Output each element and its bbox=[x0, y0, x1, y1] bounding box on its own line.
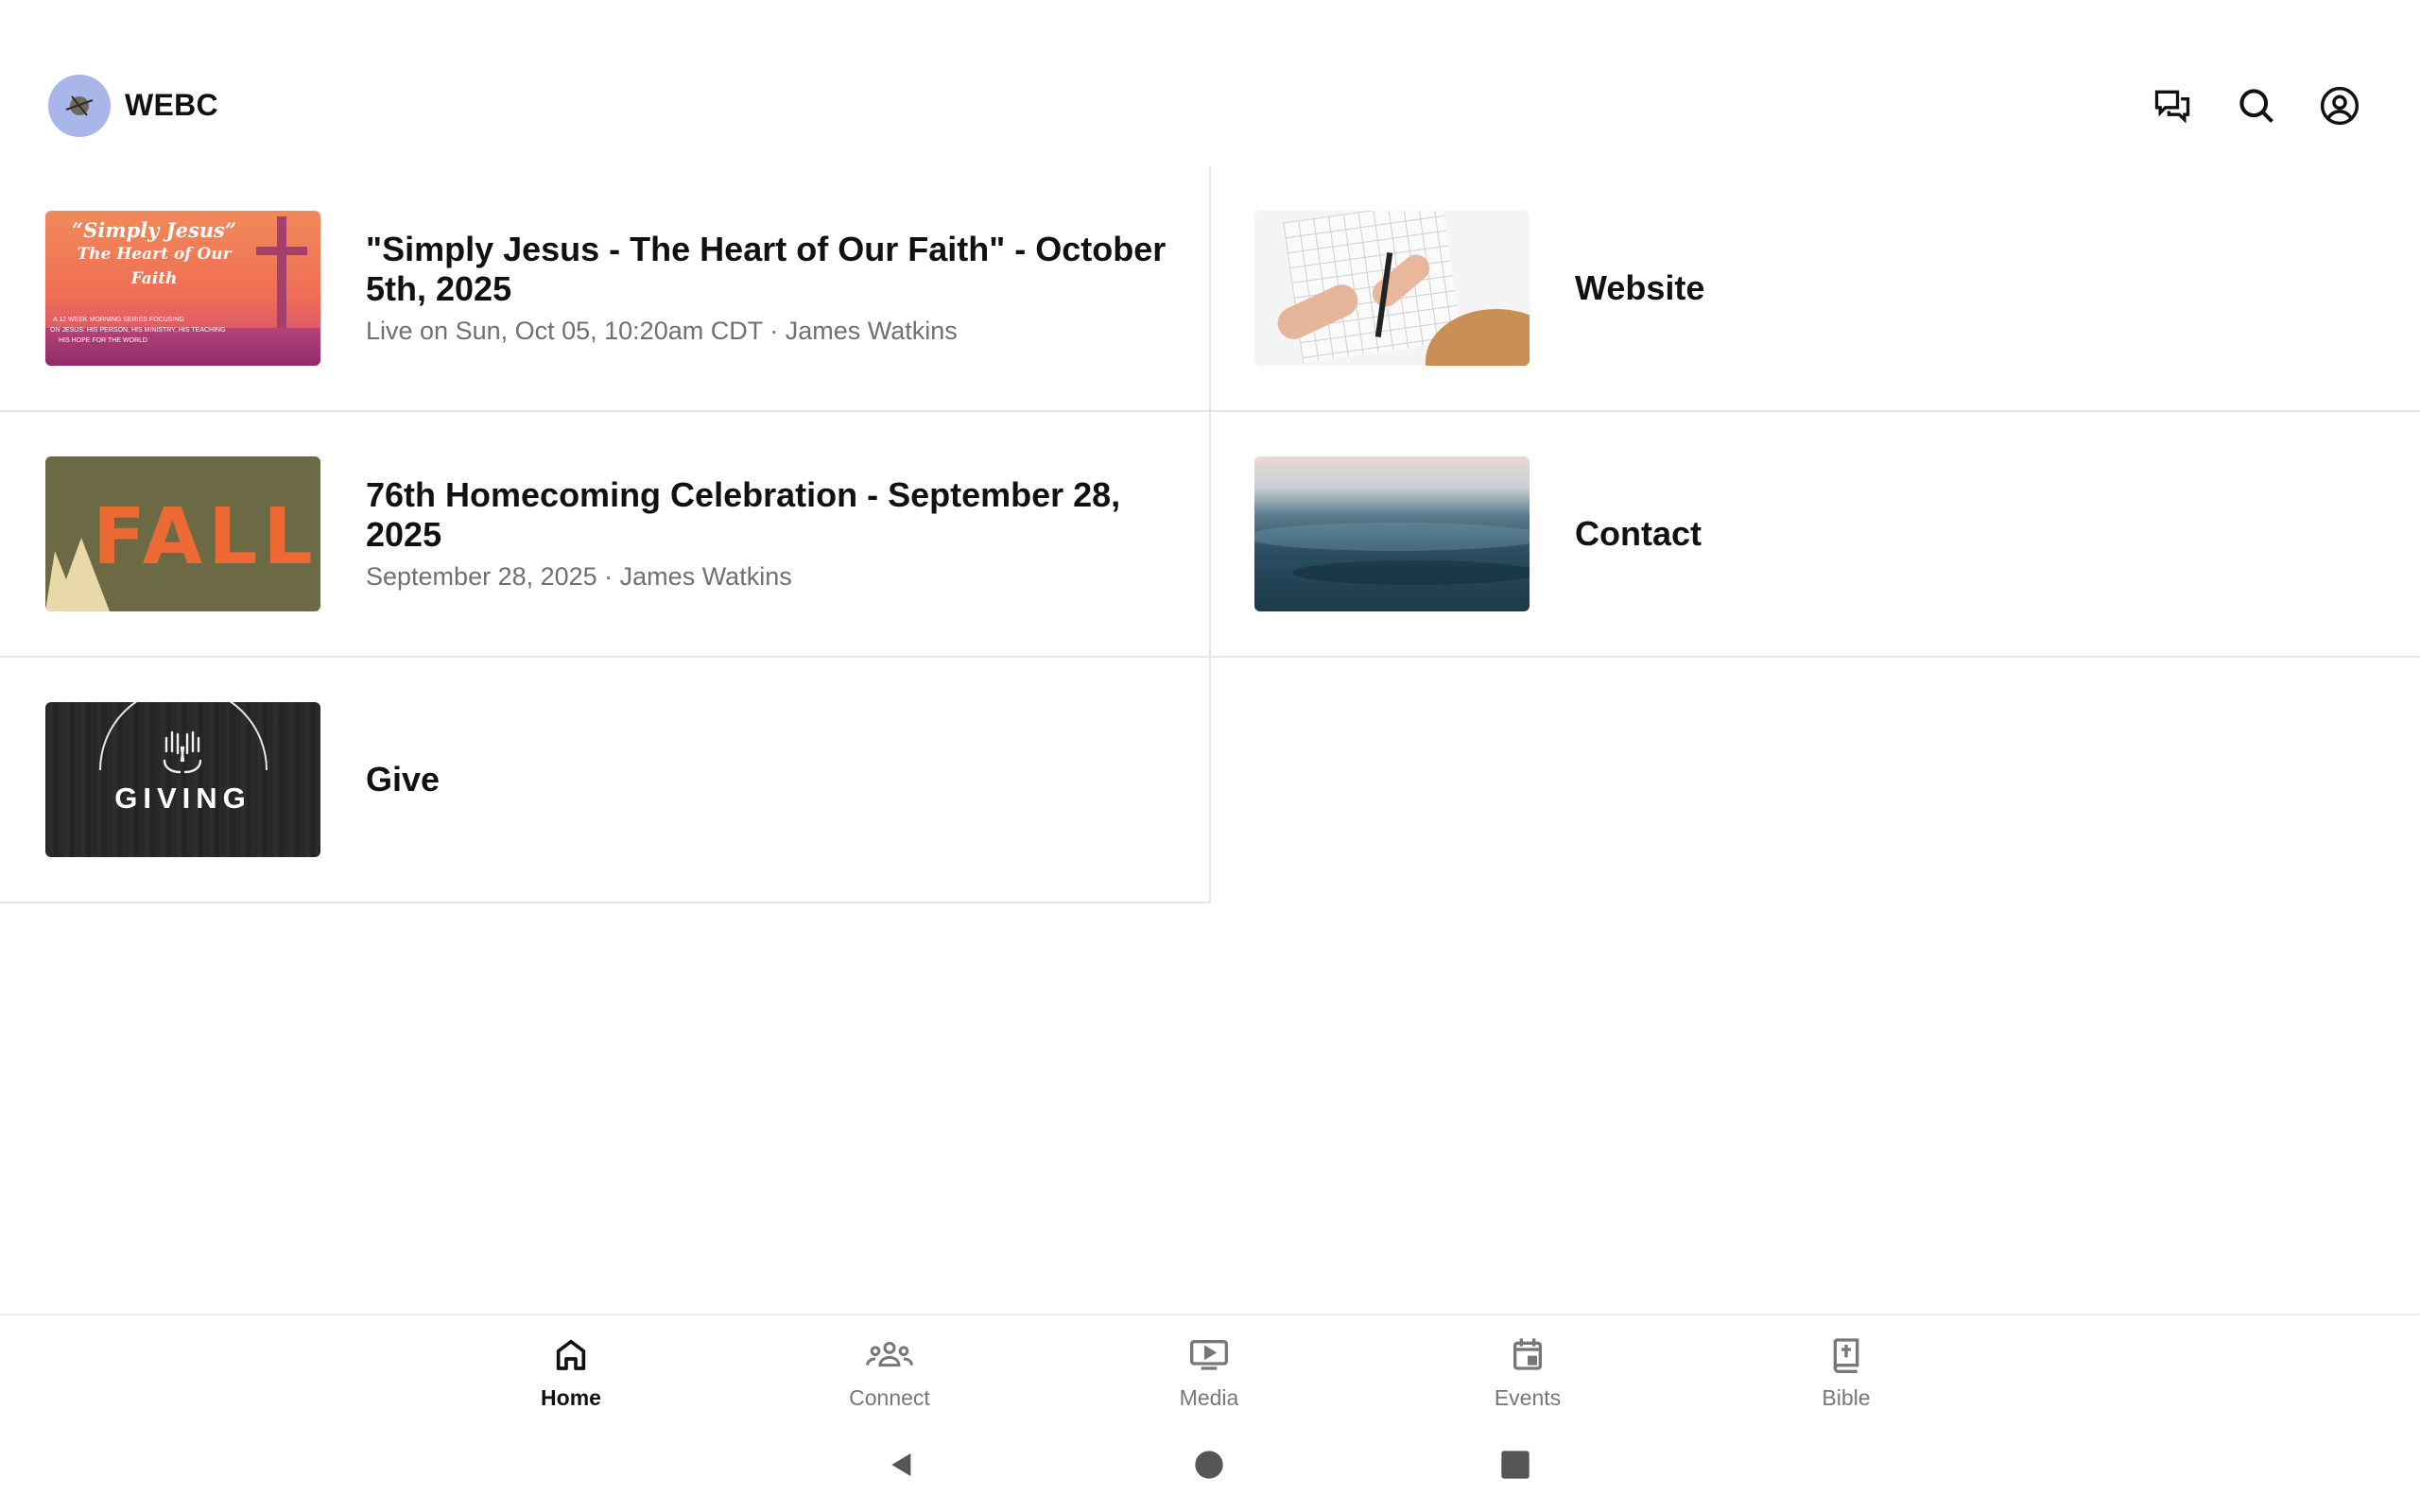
tile-title: Website bbox=[1575, 268, 1705, 307]
system-home-button[interactable] bbox=[1190, 1446, 1228, 1484]
website-tile[interactable]: Website bbox=[1211, 166, 2420, 412]
sermon-thumbnail: “Simply Jesus” The Heart of Our Faith A … bbox=[45, 211, 320, 366]
thumb-small-text: A 12 WEEK MORNING SERIES FOCUSING bbox=[53, 317, 184, 323]
church-logo[interactable] bbox=[48, 75, 111, 137]
tile-text: 76th Homecoming Celebration - September … bbox=[366, 475, 1171, 593]
tile-subtitle: Live on Sun, Oct 05, 10:20am CDT · James… bbox=[366, 317, 958, 345]
contact-tile[interactable]: Contact bbox=[1211, 412, 2420, 658]
bible-icon bbox=[1833, 1338, 1859, 1373]
nav-home-label: Home bbox=[541, 1385, 601, 1410]
search-icon bbox=[2239, 89, 2273, 123]
thumb-text-line2: The Heart of Our bbox=[77, 245, 232, 264]
system-nav-bar bbox=[0, 1418, 2420, 1512]
chat-icon bbox=[2154, 90, 2190, 124]
thumb-small-text: ON JESUS: HIS PERSON, HIS MINISTRY, HIS … bbox=[50, 327, 226, 334]
nav-connect-label: Connect bbox=[849, 1385, 930, 1410]
nav-home[interactable]: Home bbox=[476, 1332, 666, 1411]
fall-thumbnail: FALL bbox=[45, 456, 320, 611]
nav-events[interactable]: Events bbox=[1433, 1332, 1622, 1411]
system-recents-button[interactable] bbox=[1496, 1446, 1534, 1484]
give-tile[interactable]: GIVING Give bbox=[0, 658, 1211, 903]
website-thumbnail bbox=[1254, 211, 1530, 366]
ocean-thumbnail bbox=[1254, 456, 1530, 611]
nav-media-label: Media bbox=[1179, 1385, 1239, 1410]
tile-title: Give bbox=[366, 760, 441, 799]
bottom-nav: Home Connect Media Events Bible bbox=[0, 1314, 2420, 1418]
nav-events-label: Events bbox=[1494, 1385, 1562, 1410]
account-icon bbox=[2320, 86, 2360, 126]
chat-button[interactable] bbox=[2146, 79, 2199, 132]
nav-bible[interactable]: Bible bbox=[1752, 1332, 1941, 1411]
nav-bible-label: Bible bbox=[1822, 1385, 1871, 1410]
thumb-small-text: HIS HOPE FOR THE WORLD bbox=[59, 337, 147, 344]
fall-word: FALL bbox=[93, 492, 319, 582]
people-icon bbox=[866, 1341, 913, 1367]
tile-title: Contact bbox=[1575, 514, 1702, 553]
hands-icon bbox=[99, 702, 268, 774]
giving-thumbnail: GIVING bbox=[45, 702, 320, 857]
giving-word: GIVING bbox=[114, 782, 251, 815]
sermon-tile-homecoming[interactable]: FALL 76th Homecoming Celebration - Septe… bbox=[0, 412, 1211, 658]
sermon-tile-simply-jesus[interactable]: “Simply Jesus” The Heart of Our Faith A … bbox=[0, 166, 1211, 412]
home-circle-icon bbox=[1195, 1451, 1223, 1479]
system-back-button[interactable] bbox=[883, 1446, 921, 1484]
home-icon bbox=[556, 1339, 586, 1370]
nav-media[interactable]: Media bbox=[1115, 1332, 1304, 1411]
tile-title: "Simply Jesus - The Heart of Our Faith" … bbox=[366, 230, 1167, 308]
recents-square-icon bbox=[1501, 1451, 1530, 1479]
search-button[interactable] bbox=[2230, 79, 2283, 132]
tile-text: Website bbox=[1575, 268, 1704, 308]
account-button[interactable] bbox=[2313, 79, 2366, 132]
tile-subtitle: September 28, 2025 · James Watkins bbox=[366, 562, 792, 591]
tile-title: 76th Homecoming Celebration - September … bbox=[366, 475, 1121, 554]
nav-connect[interactable]: Connect bbox=[795, 1332, 984, 1411]
tile-text: Contact bbox=[1575, 514, 1702, 554]
play-icon bbox=[1190, 1340, 1228, 1370]
back-triangle-icon bbox=[891, 1453, 911, 1476]
calendar-icon bbox=[1513, 1338, 1542, 1370]
app-header: WEBC bbox=[0, 0, 2420, 166]
app-title: WEBC bbox=[125, 88, 218, 122]
globe-icon bbox=[65, 95, 94, 116]
tile-text: Give bbox=[366, 760, 440, 799]
thumb-text-line1: “Simply Jesus” bbox=[72, 218, 236, 242]
tile-text: "Simply Jesus - The Heart of Our Faith" … bbox=[366, 230, 1171, 347]
thumb-text-line3: Faith bbox=[130, 269, 178, 288]
